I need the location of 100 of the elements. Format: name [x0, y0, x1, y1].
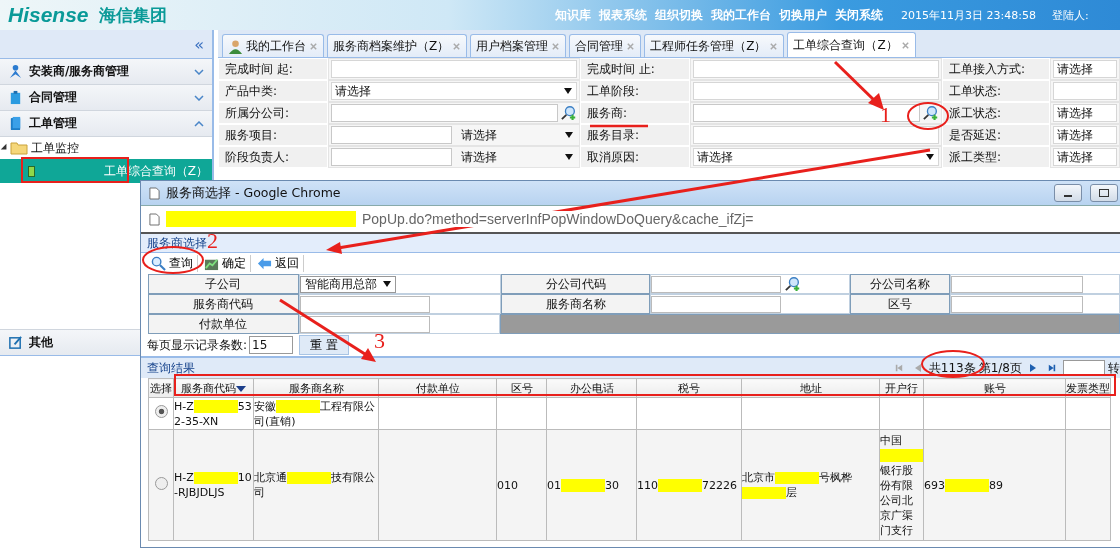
last-page-icon[interactable]: [1048, 363, 1056, 373]
page-icon: [149, 212, 160, 226]
field-label: 产品中类:: [218, 80, 328, 102]
accordion-header[interactable]: 安装商/服务商管理: [0, 59, 212, 85]
redaction-block: [658, 479, 702, 492]
user-icon: [228, 38, 243, 54]
radio-button[interactable]: [154, 405, 168, 418]
accordion-header[interactable]: 工单管理: [0, 111, 212, 137]
tree-item[interactable]: 工单监控: [0, 137, 212, 159]
field-label: 工单状态:: [942, 80, 1050, 102]
select-field[interactable]: 请选择: [1053, 148, 1117, 166]
collapse-button[interactable]: «: [194, 34, 204, 54]
goto-label[interactable]: 转: [1108, 359, 1120, 377]
reset-button[interactable]: 重 置: [299, 335, 350, 355]
input-field[interactable]: [1053, 82, 1117, 100]
previous-page-icon[interactable]: [913, 363, 922, 373]
select-field[interactable]: 请选择: [693, 148, 939, 166]
caret-icon: [382, 281, 391, 287]
input-field[interactable]: [299, 315, 430, 333]
table-cell: 110 72226: [637, 478, 737, 492]
tab[interactable]: 用户档案管理: [470, 34, 567, 57]
table-cell: H-Z 532-35-XN: [174, 399, 252, 428]
input-field[interactable]: [331, 60, 577, 78]
redaction-block: [287, 471, 331, 485]
section-title: 查询结果: [147, 359, 195, 377]
column-header[interactable]: 选择: [148, 378, 174, 398]
redaction-block: [276, 400, 320, 413]
field-label: 取消原因:: [580, 146, 690, 168]
maximize-button[interactable]: [1090, 184, 1118, 202]
back-arrow-icon: [257, 256, 272, 271]
input-field[interactable]: [693, 126, 939, 144]
next-page-icon[interactable]: [1029, 363, 1037, 373]
redaction-block: [880, 449, 923, 462]
field-label: 所属分公司:: [218, 102, 328, 124]
input-field[interactable]: [651, 275, 782, 293]
field-label: 服务目录:: [580, 124, 690, 146]
redaction-block: [561, 479, 605, 492]
table-cell: 中国 银行股份有限公司北京广渠门支行: [880, 433, 923, 537]
field-label: 服务商:: [580, 102, 690, 124]
table-cell: 01 30: [547, 478, 619, 492]
table-cell: H-Z 10-RJBJDLJS: [174, 471, 252, 499]
select-field[interactable]: 请选择: [331, 82, 577, 100]
redaction-block: [193, 471, 238, 485]
select-field[interactable]: 请选择: [1053, 60, 1117, 78]
window-title: 服务商选择 - Google Chrome: [166, 184, 341, 202]
input-field[interactable]: [951, 295, 1084, 313]
toolbar-button[interactable]: 返回: [253, 255, 304, 272]
close-icon[interactable]: [769, 41, 779, 51]
close-icon[interactable]: [452, 41, 462, 51]
accordion-header[interactable]: 合同管理: [0, 85, 212, 111]
tab[interactable]: 工单综合查询（Z）: [787, 32, 916, 57]
input-field[interactable]: [693, 104, 920, 122]
table-cell: 北京市 号枫桦 层: [742, 471, 852, 499]
caret-icon: [926, 154, 934, 160]
field-label: 工单阶段:: [580, 80, 690, 102]
page-icon: [149, 186, 160, 200]
toolbar-button[interactable]: 查询: [147, 255, 198, 272]
select-field[interactable]: 请选择: [1053, 104, 1117, 122]
first-page-icon[interactable]: [894, 363, 903, 373]
annotation-number: 3: [374, 328, 385, 354]
input-field[interactable]: [951, 275, 1084, 293]
input-field[interactable]: [693, 60, 939, 78]
field-label: 工单接入方式:: [942, 58, 1050, 80]
document-icon: [8, 116, 23, 131]
search-icon[interactable]: [923, 105, 939, 121]
select-field[interactable]: 智能商用总部: [299, 275, 396, 293]
field-label: 服务商代码: [148, 294, 299, 314]
close-icon[interactable]: [309, 41, 318, 51]
field-label: 子公司: [148, 274, 299, 294]
page-size-field[interactable]: 15: [249, 336, 294, 354]
user-label: 登陆人:: [1052, 7, 1090, 23]
field-label: 是否延迟:: [942, 124, 1050, 146]
tab[interactable]: 服务商档案维护（Z）: [327, 34, 468, 57]
redaction-block: [193, 400, 238, 413]
tab[interactable]: 工程师任务管理（Z）: [644, 34, 785, 57]
tab[interactable]: 我的工作台: [222, 34, 324, 57]
redaction-block: [742, 486, 786, 500]
field-label: 派工类型:: [942, 146, 1050, 168]
search-icon[interactable]: [785, 276, 802, 292]
person-icon: [8, 64, 23, 79]
close-icon[interactable]: [626, 41, 636, 51]
field-label: 阶段负责人:: [218, 146, 328, 168]
input-field[interactable]: [693, 82, 939, 100]
clipboard-icon: [8, 90, 23, 105]
close-icon[interactable]: [551, 41, 561, 51]
field-label: 服务项目:: [218, 124, 328, 146]
input-field[interactable]: [299, 295, 430, 313]
select-field[interactable]: 请选择: [1053, 126, 1117, 144]
minimize-button[interactable]: [1054, 184, 1082, 202]
search-icon[interactable]: [561, 105, 577, 121]
close-icon[interactable]: [900, 40, 910, 50]
radio-button[interactable]: [154, 476, 168, 490]
input-field[interactable]: [331, 104, 558, 122]
field-label: 区号: [850, 294, 951, 314]
annotation-underline: [590, 124, 648, 128]
tab[interactable]: 合同管理: [569, 34, 642, 57]
input-field[interactable]: [651, 295, 782, 313]
field-label: 服务商名称: [500, 294, 651, 314]
field-label: 分公司名称: [850, 274, 951, 294]
toolbar-button[interactable]: 确定: [200, 255, 251, 272]
